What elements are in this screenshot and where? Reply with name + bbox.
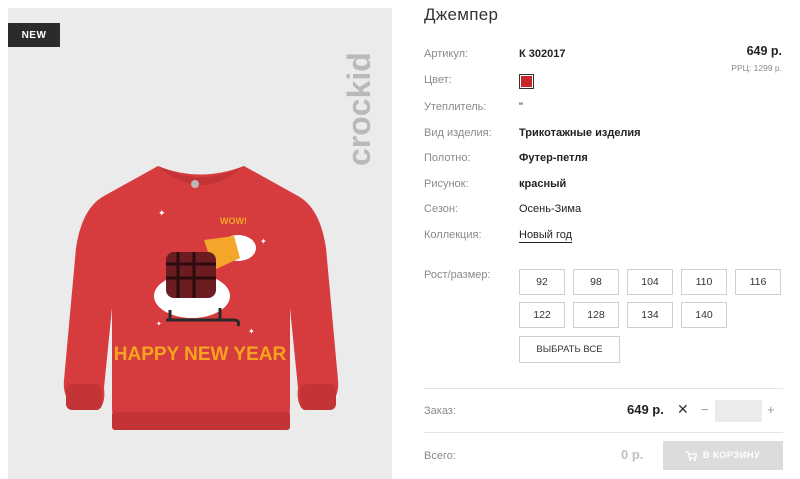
size-option-140[interactable]: 140 — [681, 302, 727, 328]
color-swatch[interactable] — [519, 74, 534, 89]
svg-text:✦: ✦ — [156, 320, 162, 328]
order-price: 649 р. — [627, 402, 664, 417]
order-label: Заказ: — [424, 405, 456, 417]
collection-link[interactable]: Новый год — [519, 229, 573, 243]
size-option-134[interactable]: 134 — [627, 302, 673, 328]
article-value: К 302017 — [519, 48, 566, 60]
product-title: Джемпер — [424, 5, 499, 24]
product-type-label: Вид изделия: — [424, 127, 492, 139]
fabric-label: Полотно: — [424, 152, 471, 164]
quantity-input[interactable] — [715, 400, 762, 422]
size-option-98[interactable]: 98 — [573, 269, 619, 295]
increase-quantity-button[interactable]: + — [767, 402, 775, 417]
add-to-cart-label: В КОРЗИНУ — [702, 450, 761, 461]
cart-icon — [685, 450, 697, 461]
product-image: NEW crockid ✦ ✦ ✦ ✦ WOW! HAPPY NEW YEAR — [8, 8, 392, 479]
season-label: Сезон: — [424, 203, 458, 215]
total-value: 0 р. — [621, 447, 644, 462]
sweater-illustration: ✦ ✦ ✦ ✦ WOW! HAPPY NEW YEAR — [63, 166, 339, 430]
pattern-value: красный — [519, 178, 567, 190]
svg-text:✦: ✦ — [158, 209, 166, 219]
pattern-label: Рисунок: — [424, 178, 469, 190]
svg-text:WOW!: WOW! — [220, 216, 247, 226]
add-to-cart-button[interactable]: В КОРЗИНУ — [663, 441, 783, 470]
divider — [424, 388, 783, 389]
divider — [424, 432, 783, 433]
product-type-value: Трикотажные изделия — [519, 127, 641, 139]
size-option-110[interactable]: 110 — [681, 269, 727, 295]
svg-text:✦: ✦ — [260, 237, 267, 246]
size-option-92[interactable]: 92 — [519, 269, 565, 295]
article-label: Артикул: — [424, 48, 469, 60]
season-value: Осень-Зима — [519, 203, 582, 215]
product-price: 649 р. — [746, 44, 782, 58]
fabric-value: Футер-петля — [519, 152, 588, 164]
size-label: Рост/размер: — [424, 269, 491, 281]
size-option-128[interactable]: 128 — [573, 302, 619, 328]
recommended-price: РРЦ: 1299 р. — [731, 63, 782, 73]
size-option-104[interactable]: 104 — [627, 269, 673, 295]
close-icon[interactable]: ✕ — [677, 401, 689, 418]
size-option-116[interactable]: 116 — [735, 269, 781, 295]
decrease-quantity-button[interactable]: − — [701, 402, 709, 417]
select-all-button[interactable]: ВЫБРАТЬ ВСЕ — [519, 336, 620, 363]
collection-label: Коллекция: — [424, 229, 482, 241]
color-swatch-fill — [521, 76, 532, 87]
insulation-label: Утеплитель: — [424, 101, 487, 113]
insulation-value: " — [519, 101, 523, 113]
color-label: Цвет: — [424, 74, 452, 86]
total-label: Всего: — [424, 450, 456, 462]
svg-text:HAPPY NEW YEAR: HAPPY NEW YEAR — [114, 344, 287, 365]
svg-text:✦: ✦ — [248, 327, 255, 336]
size-option-122[interactable]: 122 — [519, 302, 565, 328]
